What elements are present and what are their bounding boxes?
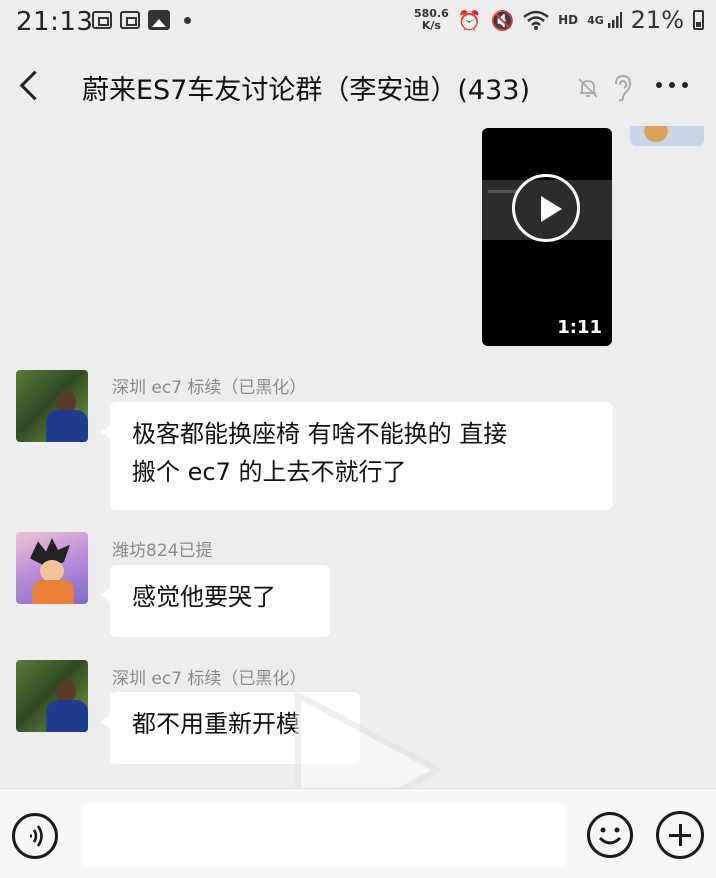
message-text-line: 搬个 ec7 的上去不就行了 [132, 458, 407, 486]
message-text-line: 极客都能换座椅 有啥不能换的 直接 [132, 420, 508, 448]
gallery-icon [148, 10, 170, 30]
more-dots-icon[interactable] [656, 82, 688, 88]
signal-icon: 4G [587, 12, 622, 28]
hd-badge: HD [558, 13, 579, 27]
status-time: 21:13 [16, 7, 94, 37]
sender-name: 深圳 ec7 标续（已黑化） [112, 378, 307, 398]
mute-volume-icon: 🔇 [490, 9, 515, 32]
video-message[interactable]: 1:11 [482, 128, 612, 346]
more-notifications-dot-icon [184, 16, 191, 24]
emoji-icon[interactable] [586, 811, 634, 859]
avatar[interactable] [16, 660, 88, 732]
message-bubble[interactable]: 感觉他要哭了 [101, 565, 330, 637]
screen-capture-icon [92, 11, 112, 29]
video-duration: 1:11 [557, 317, 602, 338]
ear-icon[interactable] [612, 74, 632, 102]
message-text: 感觉他要哭了 [132, 583, 276, 611]
message-bubble[interactable]: 极客都能换座椅 有啥不能换的 直接 搬个 ec7 的上去不就行了 [101, 402, 613, 510]
sender-name: 潍坊824已提 [112, 541, 213, 561]
status-notification-icons [92, 10, 191, 30]
battery-percent: 21% [630, 6, 684, 34]
avatar[interactable] [16, 370, 88, 442]
chat-header: 蔚来ES7车友讨论群（李安迪）(433) [0, 56, 716, 116]
input-bar [0, 788, 716, 878]
wifi-icon [523, 10, 549, 30]
avatar[interactable] [16, 532, 88, 604]
chat-title: 蔚来ES7车友讨论群（李安迪）(433) [82, 75, 530, 106]
status-bar: 21:13 580.6 K/s ⏰ 🔇 HD 4G 21% [0, 0, 716, 46]
message-input[interactable] [82, 803, 566, 867]
status-system-icons: 580.6 K/s ⏰ 🔇 HD 4G 21% [414, 6, 704, 34]
play-icon[interactable] [512, 174, 580, 242]
network-speed: 580.6 K/s [413, 7, 449, 32]
alarm-icon: ⏰ [457, 9, 482, 32]
bell-off-icon[interactable] [576, 76, 600, 100]
screen-capture-icon-2 [120, 11, 140, 29]
sticker-image[interactable] [630, 126, 704, 146]
plus-icon[interactable] [656, 811, 704, 859]
voice-icon[interactable] [12, 813, 58, 859]
chevron-left-icon[interactable] [18, 66, 40, 104]
battery-icon [693, 10, 704, 30]
sender-name: 深圳 ec7 标续（已黑化） [112, 669, 307, 689]
